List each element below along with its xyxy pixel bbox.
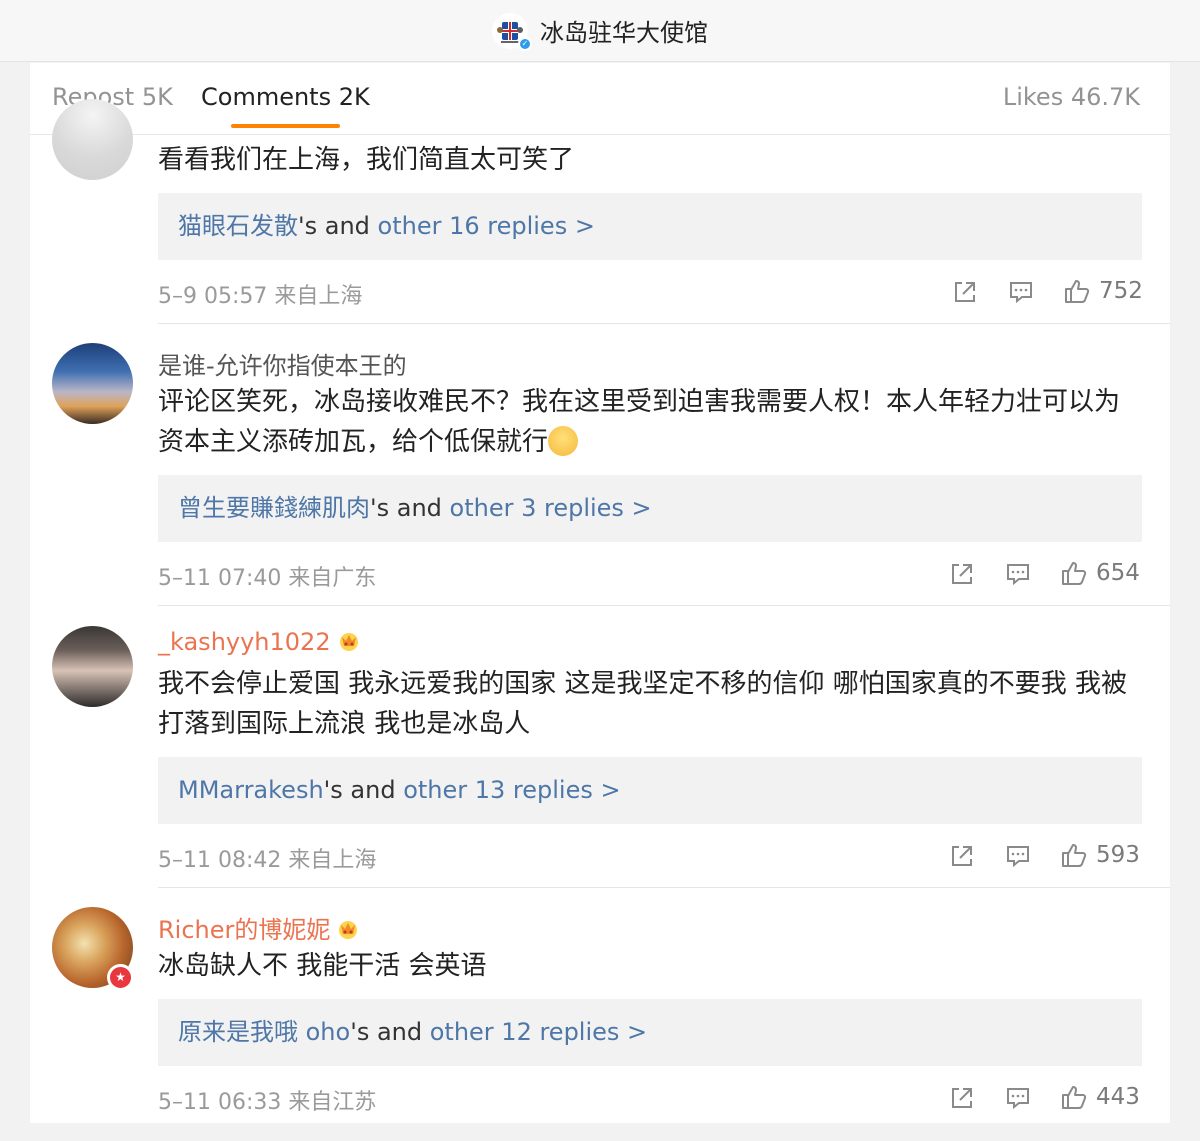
comment-divider [158,323,1170,324]
comment-username[interactable]: _kashyyh1022 [158,628,361,656]
reply-connector: 's and [370,494,450,522]
account-name: 冰岛驻华大使馆 [540,19,708,47]
active-tab-indicator [231,124,340,128]
account-avatar[interactable]: ✓ [492,12,532,51]
reply-preview[interactable]: 原来是我哦 oho's and other 12 replies > [158,999,1142,1066]
vip-crown-icon [339,633,358,651]
reply-preview[interactable]: 猫眼石发散's and other 16 replies > [158,193,1142,260]
like-count: 752 [1099,278,1143,304]
comment-icon[interactable] [1007,278,1035,306]
comment-meta: 5–11 06:33 来自江苏 [158,1090,377,1115]
like-count: 443 [1096,1084,1140,1110]
member-badge-icon: ★ [107,964,134,991]
reply-preview[interactable]: MMarrakesh's and other 13 replies > [158,757,1142,824]
comment-divider [158,605,1170,606]
comment-username[interactable]: Richer的博妮妮 [158,910,360,945]
reply-username[interactable]: 猫眼石发散 [178,212,298,240]
reply-connector: 's and [350,1018,430,1046]
thumbs-up-icon[interactable] [1060,559,1088,587]
like-count: 593 [1096,842,1140,868]
more-replies-link[interactable]: other 13 replies > [403,776,620,804]
comment-username[interactable]: 是谁-允许你指使本王的 [158,346,407,381]
top-bar: ✓ 冰岛驻华大使馆 [0,0,1200,62]
more-replies-link[interactable]: other 16 replies > [378,212,595,240]
comment-divider [158,887,1170,888]
reply-connector: 's and [323,776,404,804]
reply-username[interactable]: MMarrakesh [178,776,324,804]
username-text: _kashyyh1022 [158,628,331,656]
reply-username[interactable]: 曾生要賺錢練肌肉 [178,494,370,522]
comment-meta: 5–11 07:40 来自广东 [158,566,377,591]
pleading-face-emoji-icon [548,426,579,456]
verified-badge-icon: ✓ [518,36,532,51]
comment-avatar[interactable] [52,99,133,180]
vip-crown-icon [339,921,358,939]
thumbs-up-icon[interactable] [1060,1083,1088,1111]
comment-avatar[interactable] [52,343,133,424]
share-icon[interactable] [948,560,976,588]
comment-text-body: 评论区笑死，冰岛接收难民不？我在这里受到迫害我需要人权！本人年轻力壮可以为资本主… [158,387,1121,457]
reply-preview[interactable]: 曾生要賺錢練肌肉's and other 3 replies > [158,475,1142,542]
tab-bar: Repost 5K Comments 2K Likes 46.7K [30,63,1170,135]
comment-icon[interactable] [1004,560,1032,588]
comment-text: 我不会停止爱国 我永远爱我的国家 这是我坚定不移的信仰 哪怕国家真的不要我 我被… [158,669,1128,739]
reply-connector: 's and [298,212,378,240]
comment-text: 评论区笑死，冰岛接收难民不？我在这里受到迫害我需要人权！本人年轻力壮可以为资本主… [158,382,1143,462]
like-count: 654 [1096,560,1140,586]
tab-comments[interactable]: Comments 2K [201,83,370,111]
comment-text: 冰岛缺人不 我能干活 会英语 [158,951,487,981]
share-icon[interactable] [948,842,976,870]
comment-avatar[interactable] [52,626,133,707]
comment-text: 看看我们在上海，我们简直太可笑了 [158,145,575,175]
thumbs-up-icon[interactable] [1063,277,1091,305]
share-icon[interactable] [948,1084,976,1112]
more-replies-link[interactable]: other 3 replies > [450,494,652,522]
share-icon[interactable] [951,278,979,306]
reply-username[interactable]: 原来是我哦 oho [178,1018,350,1046]
comment-icon[interactable] [1004,1084,1032,1112]
tab-likes[interactable]: Likes 46.7K [1003,83,1140,111]
username-text: Richer的博妮妮 [158,916,331,944]
thumbs-up-icon[interactable] [1060,841,1088,869]
comment-icon[interactable] [1004,842,1032,870]
comment-meta: 5–9 05:57 来自上海 [158,284,363,309]
comment-meta: 5–11 08:42 来自上海 [158,848,377,873]
comments-card: Repost 5K Comments 2K Likes 46.7K 看看我们在上… [30,63,1170,1123]
more-replies-link[interactable]: other 12 replies > [430,1018,647,1046]
